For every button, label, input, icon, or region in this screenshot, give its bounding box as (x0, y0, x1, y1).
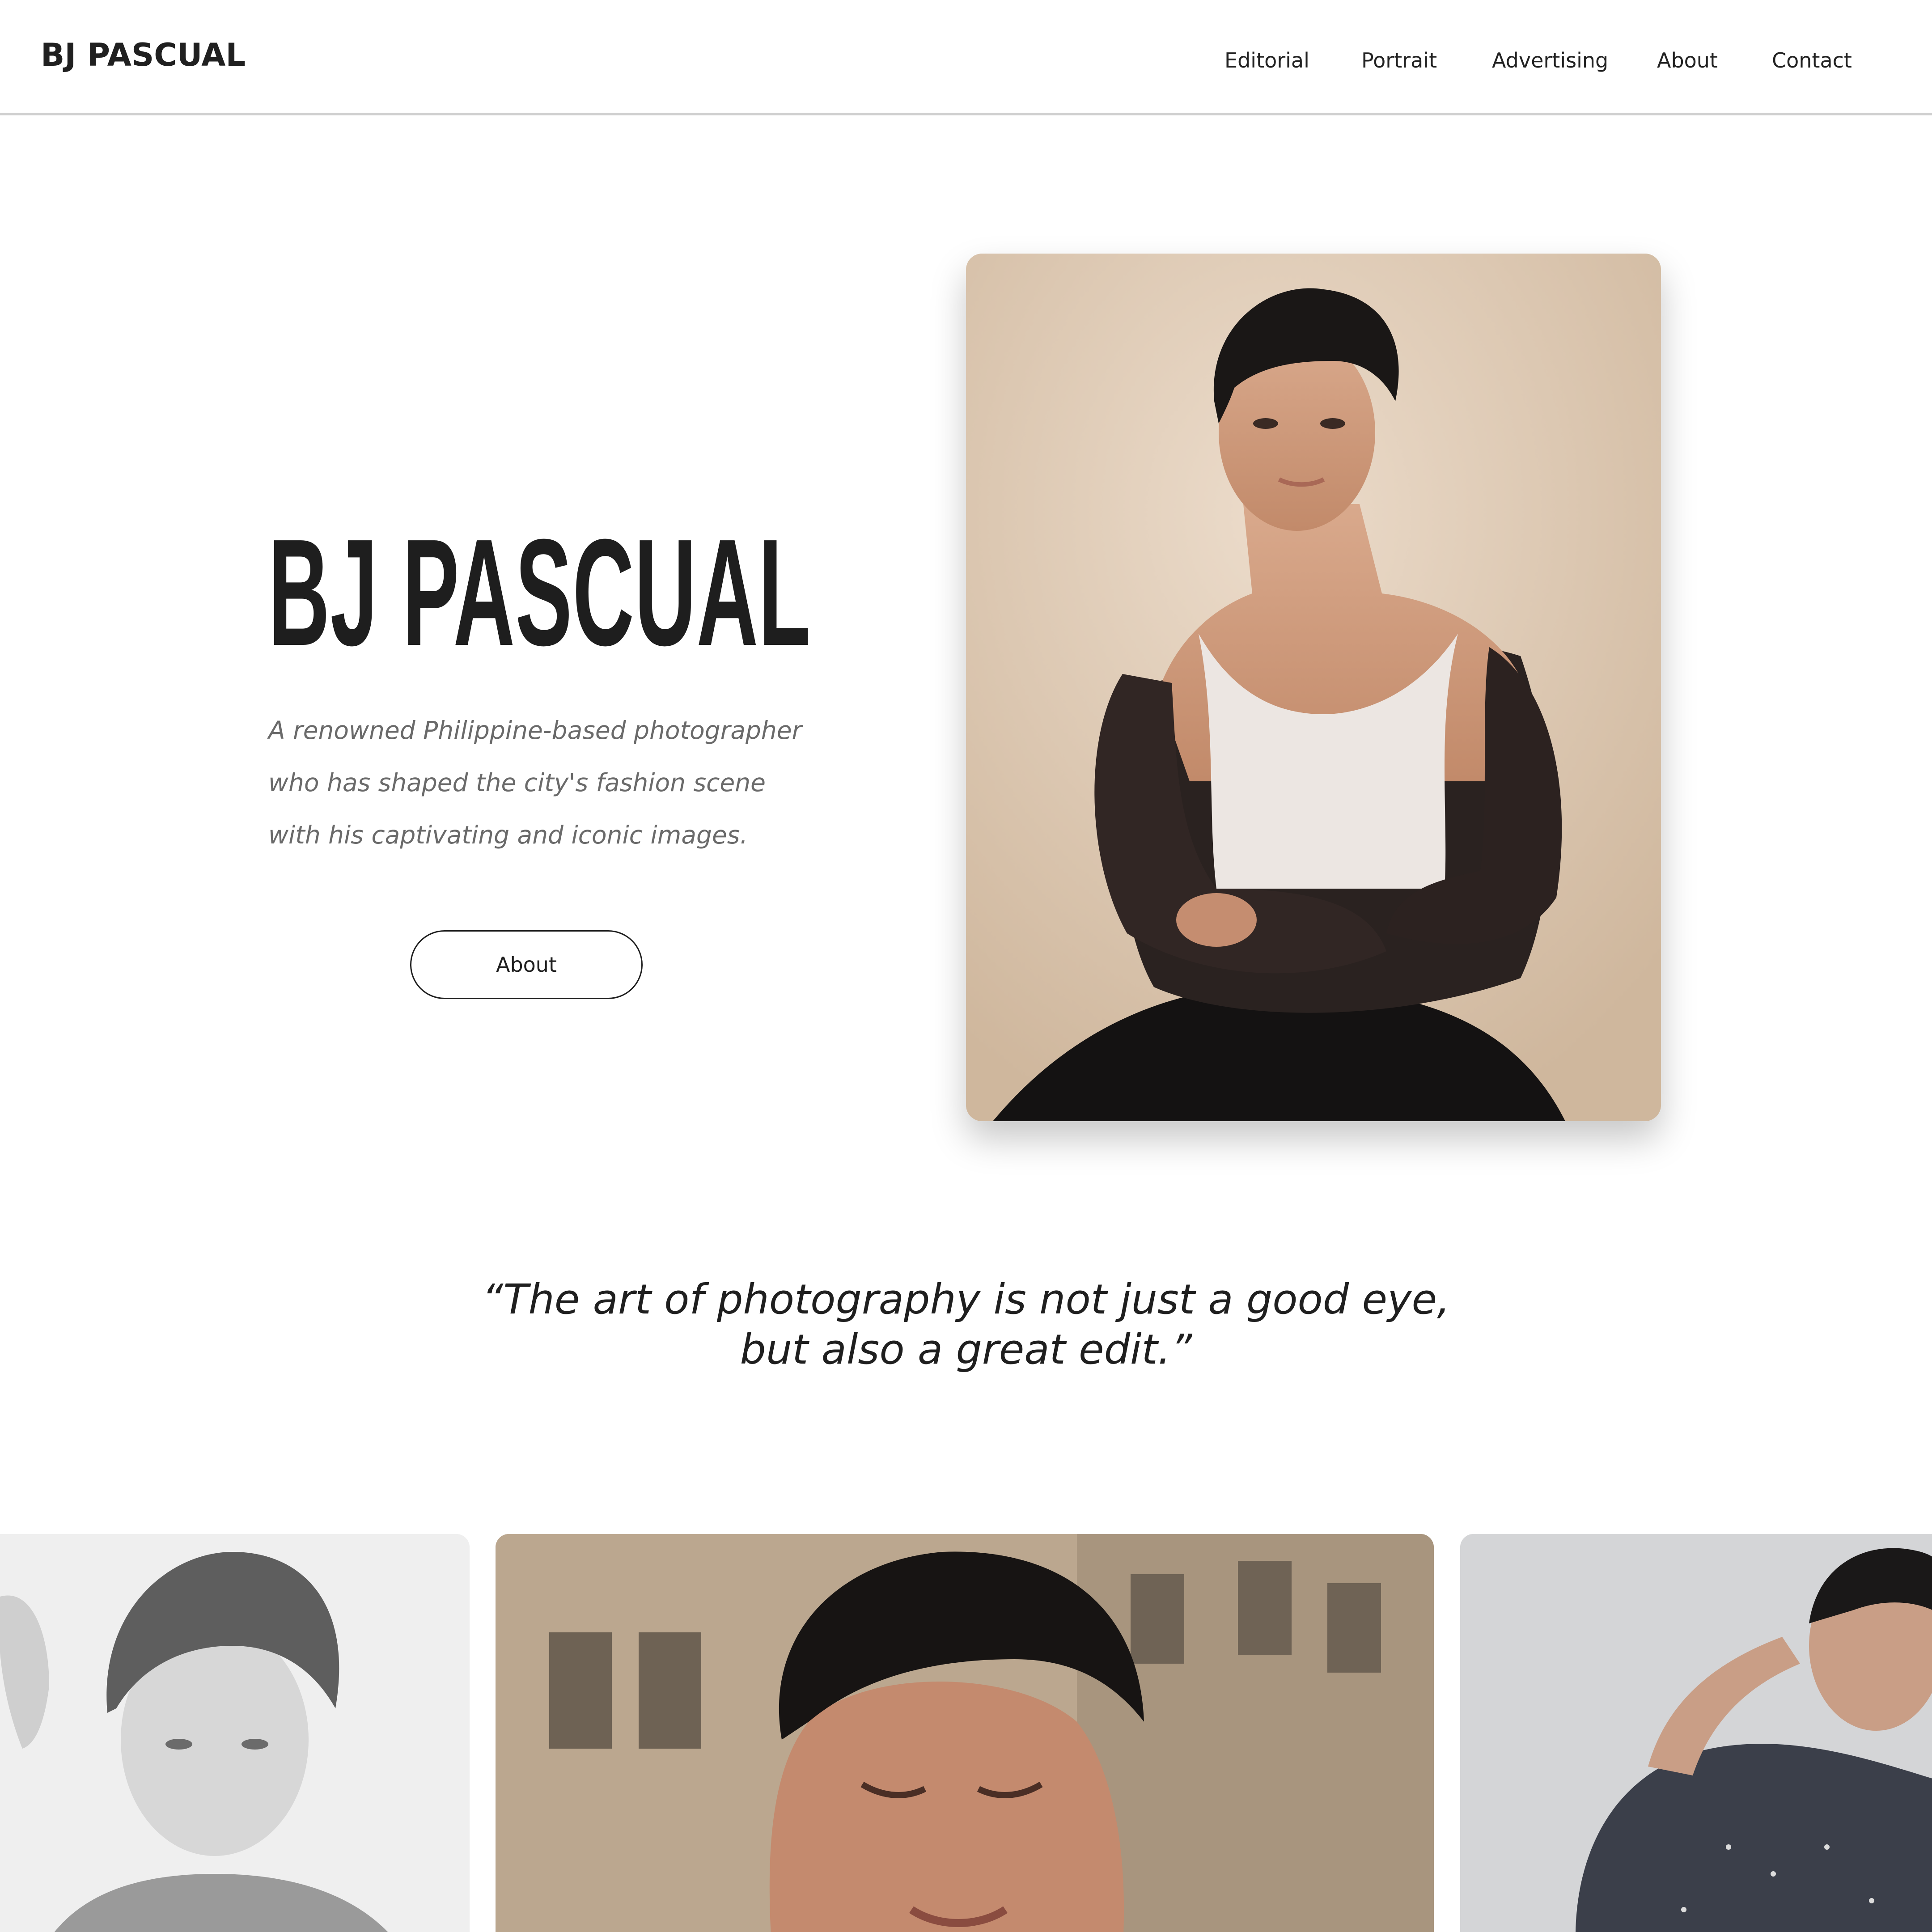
portrait-illustration (966, 254, 1661, 1121)
hero-description: A renowned Philippine-based photographer… (268, 704, 850, 861)
pose-portrait-illustration (1460, 1534, 1932, 1932)
page: BJ PASCUAL Editorial Portrait Advertisin… (0, 0, 1932, 1932)
nav-link-portrait[interactable]: Portrait (1361, 48, 1437, 72)
bw-portrait-illustration (0, 1534, 470, 1932)
hero-description-line: with his captivating and iconic images. (268, 821, 748, 849)
hero-description-line: who has shaped the city's fashion scene (268, 768, 766, 797)
hero-title: BJ PASCUAL (268, 508, 811, 678)
gallery-photo-pose-portrait[interactable] (1460, 1534, 1932, 1932)
hero-description-line: A renowned Philippine-based photographer (268, 716, 802, 745)
featured-quote: “The art of photography is not just a go… (0, 1275, 1932, 1375)
closeup-portrait-illustration (496, 1534, 1434, 1932)
quote-line: “The art of photography is not just a go… (482, 1275, 1450, 1323)
site-header: BJ PASCUAL Editorial Portrait Advertisin… (0, 0, 1932, 115)
gallery-photo-closeup-portrait[interactable] (496, 1534, 1434, 1932)
main-nav: Editorial Portrait Advertising About Con… (0, 48, 1932, 75)
about-button[interactable]: About (410, 930, 643, 999)
nav-link-contact[interactable]: Contact (1772, 48, 1852, 72)
quote-line: but also a great edit.” (740, 1326, 1192, 1373)
nav-link-advertising[interactable]: Advertising (1492, 48, 1608, 72)
hero-portrait-photo (966, 254, 1661, 1121)
nav-link-editorial[interactable]: Editorial (1224, 48, 1309, 72)
nav-link-about[interactable]: About (1657, 48, 1718, 72)
gallery-photo-bw-portrait[interactable] (0, 1534, 470, 1932)
